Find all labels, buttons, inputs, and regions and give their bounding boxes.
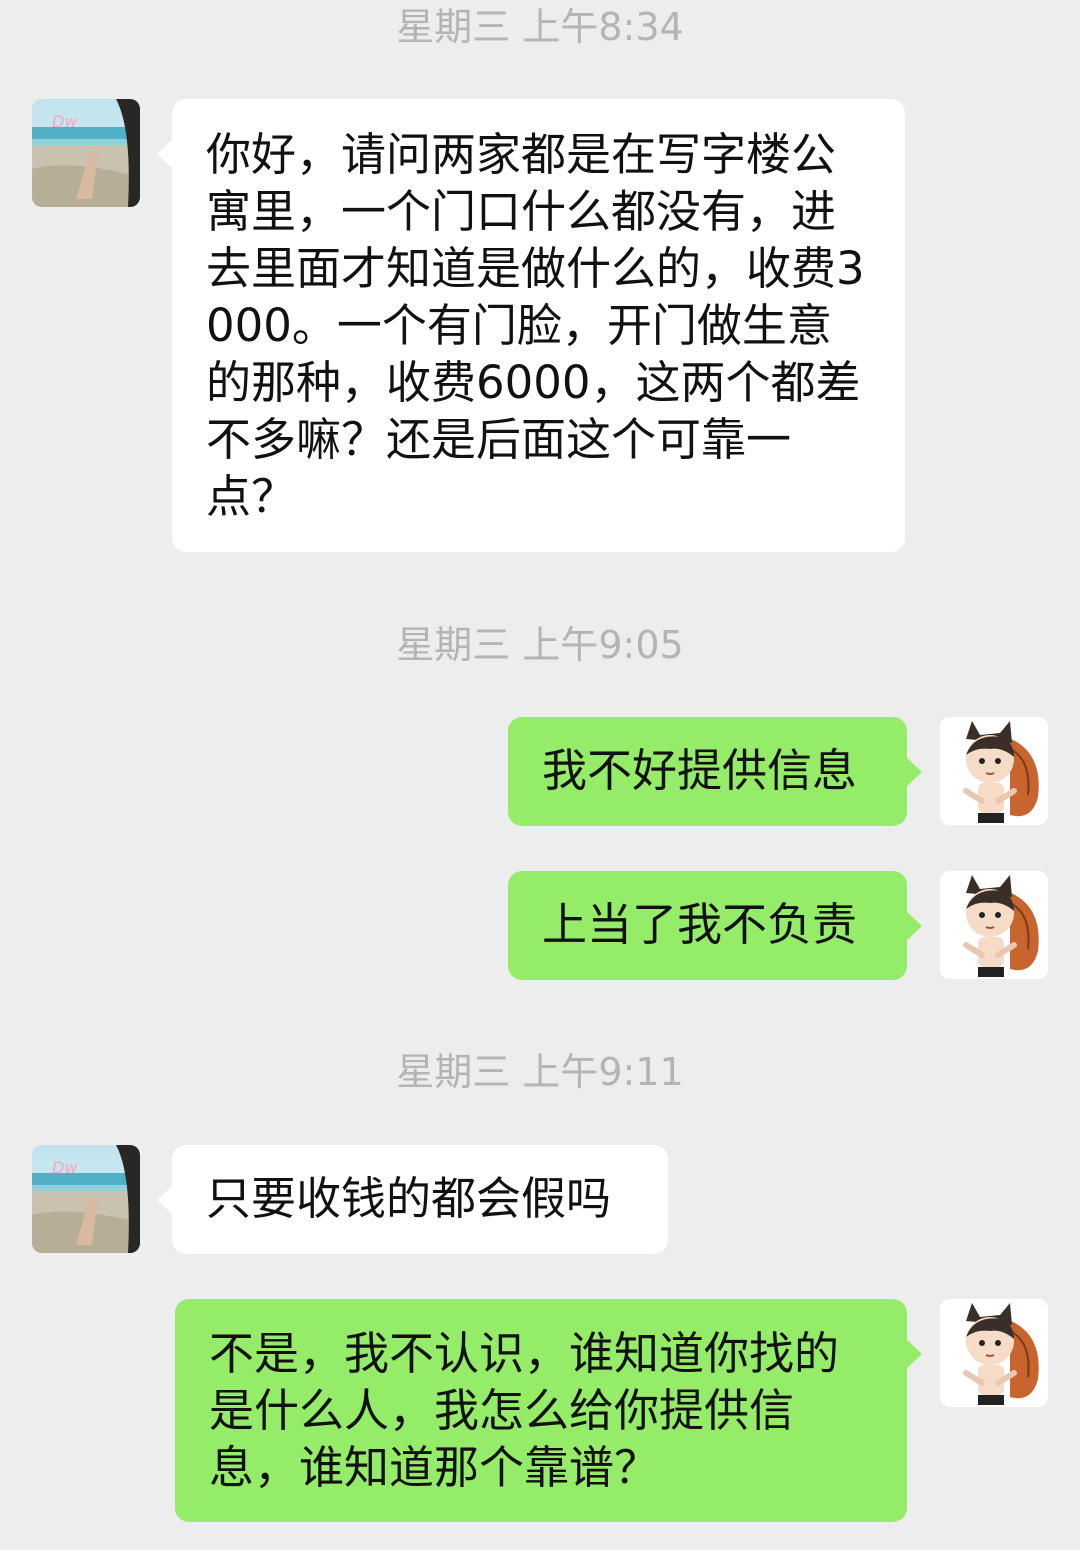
svg-text:Dw: Dw	[52, 1158, 78, 1177]
message-bubble-outgoing[interactable]: 上当了我不负责	[508, 871, 922, 980]
message-text: 不是，我不认识，谁知道你找的是什么人，我怎么给你提供信息，谁知道那个靠谱？	[209, 1327, 840, 1494]
beach-photo-avatar-icon: Dw	[32, 1145, 140, 1253]
self-avatar[interactable]	[940, 871, 1048, 979]
message-bubble-incoming[interactable]: 你好，请问两家都是在写字楼公寓里，一个门口什么都没有，进去里面才知道是做什么的，…	[157, 99, 905, 552]
message-text: 我不好提供信息	[542, 744, 858, 797]
message-bubble-incoming[interactable]: 只要收钱的都会假吗	[157, 1145, 668, 1254]
beach-photo-avatar-icon: Dw	[32, 99, 140, 207]
timestamp: 星期三 上午9:05	[396, 623, 684, 667]
message-bubble-outgoing[interactable]: 我不好提供信息	[508, 717, 922, 826]
cartoon-boy-avatar-icon	[940, 717, 1048, 825]
message-bubble-outgoing[interactable]: 不是，我不认识，谁知道你找的是什么人，我怎么给你提供信息，谁知道那个靠谱？	[175, 1299, 922, 1522]
cartoon-boy-avatar-icon	[940, 871, 1048, 979]
message-text: 只要收钱的都会假吗	[206, 1172, 612, 1225]
message-text: 你好，请问两家都是在写字楼公寓里，一个门口什么都没有，进去里面才知道是做什么的，…	[206, 128, 865, 523]
timestamp: 星期三 上午9:11	[396, 1050, 684, 1094]
message-text: 上当了我不负责	[542, 898, 858, 951]
contact-avatar[interactable]: Dw	[32, 99, 140, 207]
svg-text:Dw: Dw	[52, 112, 78, 131]
timestamp: 星期三 上午8:34	[396, 5, 684, 49]
self-avatar[interactable]	[940, 1299, 1048, 1407]
self-avatar[interactable]	[940, 717, 1048, 825]
contact-avatar[interactable]: Dw	[32, 1145, 140, 1253]
cartoon-boy-avatar-icon	[940, 1299, 1048, 1407]
